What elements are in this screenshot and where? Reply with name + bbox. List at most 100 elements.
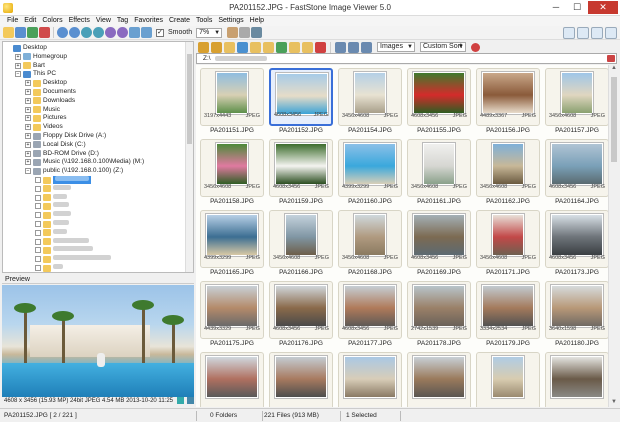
thumbnail-image[interactable] — [216, 143, 248, 185]
thumbnail-cell[interactable]: 4439x3329 JPEG — [200, 281, 264, 339]
tree-item[interactable] — [35, 184, 71, 193]
tree-item[interactable]: + Local Disk (C:) — [25, 141, 86, 149]
grid-scrollbar[interactable]: ▲ ▼ — [608, 65, 618, 407]
expand-toggle-icon[interactable] — [35, 256, 41, 263]
thumbnail-cell[interactable]: 3456x4608 JPEG — [545, 68, 608, 126]
scroll-down-icon[interactable]: ▼ — [609, 399, 619, 407]
expand-toggle-icon[interactable]: − — [25, 168, 31, 175]
fullscreen-icon[interactable] — [129, 27, 140, 38]
menu-settings[interactable]: Settings — [215, 16, 246, 26]
expand-toggle-icon[interactable]: + — [25, 89, 31, 95]
expand-toggle-icon[interactable]: + — [25, 106, 31, 113]
fit-icon[interactable] — [93, 27, 104, 38]
thumbnail-cell[interactable]: 4608x3456 JPEG — [545, 139, 608, 197]
delete-icon[interactable] — [315, 41, 326, 53]
thumbnail-image[interactable] — [344, 143, 396, 185]
thumbnail-cell[interactable]: 4608x3456 JPEG — [545, 210, 608, 268]
thumbnail-image[interactable] — [492, 214, 524, 256]
expand-toggle-icon[interactable] — [35, 247, 41, 254]
thumbnail-image[interactable] — [216, 72, 248, 114]
layout-1-icon[interactable] — [563, 27, 575, 39]
copy-to-icon[interactable] — [289, 41, 300, 53]
list-view-icon[interactable] — [348, 41, 359, 53]
thumbnail-cell[interactable]: 3456x4608 JPEG — [476, 210, 540, 268]
thumbnail-image[interactable] — [413, 356, 465, 398]
menu-effects[interactable]: Effects — [66, 16, 93, 26]
thumbnail-image[interactable] — [206, 356, 258, 398]
tree-item[interactable] — [35, 202, 69, 210]
thumbnail-cell[interactable]: 3456x4608 JPEG — [200, 139, 264, 197]
expand-toggle-icon[interactable] — [35, 265, 41, 271]
tree-item[interactable]: + Desktop — [25, 79, 67, 87]
thumbnail-image[interactable] — [551, 356, 603, 398]
thumbnail-image[interactable] — [492, 356, 524, 398]
expand-toggle-icon[interactable] — [35, 229, 41, 236]
thumbnail-cell[interactable]: 3456x4608 JPEG — [476, 139, 540, 197]
tree-item[interactable] — [35, 264, 63, 272]
tree-item[interactable] — [35, 193, 67, 202]
thumbnail-cell[interactable]: 4489x3367 JPEG — [476, 68, 540, 126]
tree-item[interactable] — [35, 228, 67, 237]
thumbnail-cell[interactable]: 3456x4608 JPEG — [338, 210, 402, 268]
expand-toggle-icon[interactable] — [35, 185, 41, 192]
zoom-out-icon[interactable] — [69, 27, 80, 38]
filter-select[interactable]: Images ▼ — [377, 42, 415, 52]
thumbnail-cell[interactable]: 2742x1539 JPEG — [407, 281, 471, 339]
thumbnail-image[interactable] — [285, 214, 317, 256]
expand-toggle-icon[interactable]: + — [25, 141, 31, 148]
thumbnail-image[interactable] — [551, 285, 603, 327]
expand-toggle-icon[interactable] — [35, 203, 41, 210]
expand-toggle-icon[interactable]: + — [15, 62, 21, 69]
menu-tools[interactable]: Tools — [193, 16, 215, 26]
rotate-right-icon[interactable] — [117, 27, 128, 38]
menu-edit[interactable]: Edit — [21, 16, 39, 26]
expand-toggle-icon[interactable]: + — [25, 80, 31, 87]
slideshow-icon[interactable] — [141, 27, 152, 38]
tree-item[interactable]: + Homegroup — [15, 53, 67, 61]
thumbnail-cell[interactable]: 3334x2534 JPEG — [476, 281, 540, 339]
thumbnail-image[interactable] — [551, 143, 603, 185]
thumbnail-image[interactable] — [413, 72, 465, 114]
path-go-icon[interactable] — [607, 55, 615, 62]
move-to-icon[interactable] — [302, 41, 313, 53]
thumbnail-image[interactable] — [275, 285, 327, 327]
tree-item[interactable] — [35, 211, 71, 219]
thumbnail-cell[interactable] — [407, 352, 471, 407]
expand-toggle-icon[interactable] — [35, 238, 41, 245]
thumbnail-image[interactable] — [344, 356, 396, 398]
expand-toggle-icon[interactable]: + — [25, 133, 31, 139]
smooth-checkbox[interactable]: ✓ — [156, 28, 164, 37]
thumbnail-grid[interactable]: 3197x4443 JPEG PA201151.JPG 4608x3456 JPEG PA… — [196, 65, 608, 407]
hand-icon[interactable] — [227, 27, 239, 38]
thumbnails-view-icon[interactable] — [335, 41, 346, 53]
tree-item[interactable]: + Documents — [25, 88, 76, 96]
select-icon[interactable] — [251, 27, 263, 38]
open-folder-icon[interactable] — [3, 27, 14, 38]
thumbnail-image[interactable] — [413, 214, 465, 256]
expand-toggle-icon[interactable] — [35, 194, 41, 201]
thumbnail-image[interactable] — [206, 214, 258, 256]
thumbnail-cell[interactable]: 3197x4443 JPEG — [200, 68, 264, 126]
thumbnail-cell[interactable]: 3456x4608 JPEG — [338, 68, 402, 126]
thumbnail-cell[interactable]: 3456x4608 JPEG — [407, 139, 471, 197]
thumbnail-image[interactable] — [206, 285, 258, 327]
thumbnail-cell[interactable] — [200, 352, 264, 407]
thumbnail-cell[interactable] — [269, 352, 333, 407]
tree-item[interactable] — [35, 237, 89, 246]
layout-2-icon[interactable] — [577, 27, 589, 39]
favorites-icon[interactable] — [250, 41, 261, 53]
zoom-select[interactable]: 7% ▼ — [196, 27, 223, 38]
menu-favorites[interactable]: Favorites — [131, 16, 166, 26]
histogram-icon[interactable] — [187, 397, 194, 404]
thumbnail-image[interactable] — [423, 143, 455, 185]
expand-toggle-icon[interactable]: + — [15, 53, 21, 60]
thumbnail-image[interactable] — [492, 143, 524, 185]
expand-toggle-icon[interactable]: + — [25, 97, 31, 104]
thumbnail-image[interactable] — [354, 72, 386, 114]
thumbnail-cell[interactable]: 4608x3456 JPEG — [269, 139, 333, 197]
tree-item[interactable]: + Floppy Disk Drive (A:) — [25, 132, 106, 140]
tree-item[interactable] — [35, 176, 91, 184]
scroll-up-icon[interactable]: ▲ — [609, 65, 619, 73]
forward-icon[interactable] — [211, 41, 222, 53]
exif-icon[interactable] — [176, 397, 184, 404]
